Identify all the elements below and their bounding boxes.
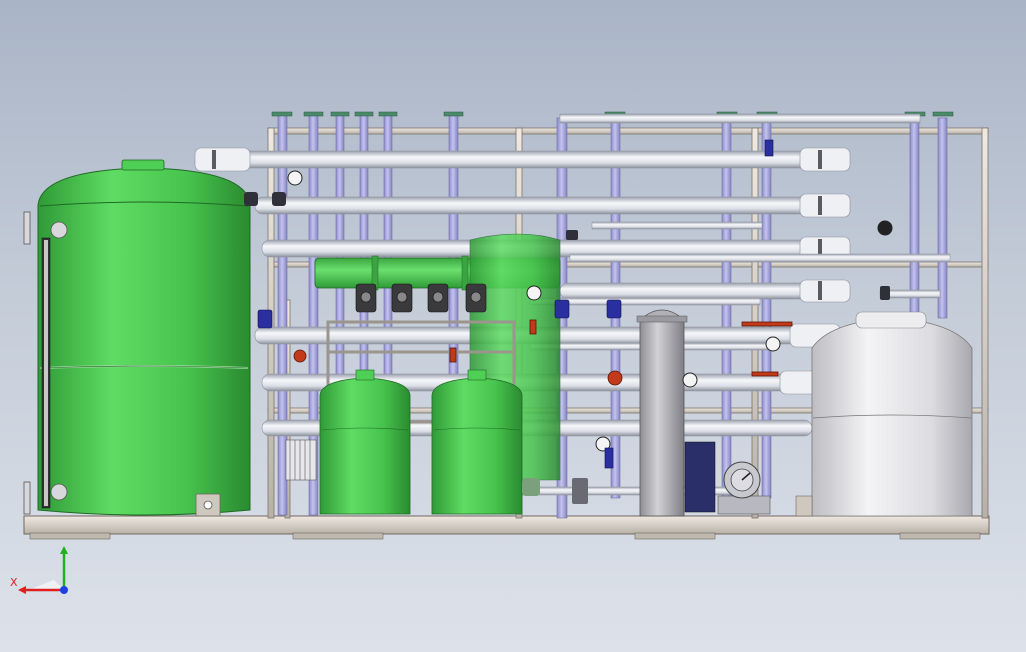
cartridge-filter (636, 309, 688, 517)
raw-water-tank (37, 159, 251, 517)
skid-base (23, 515, 990, 540)
product-water-tank (795, 311, 973, 517)
top-header-pipe (559, 113, 921, 124)
cad-model-viewport[interactable]: X (0, 0, 1026, 652)
softener-vessel-1 (319, 369, 411, 515)
water-treatment-skid-model[interactable] (0, 0, 1026, 652)
coordinate-triad-icon: X (10, 546, 68, 594)
softener-vessel-2 (431, 369, 523, 515)
z-axis-dot (60, 586, 68, 594)
coil-heat-exchanger (285, 439, 317, 481)
x-axis-label: X (10, 576, 18, 589)
